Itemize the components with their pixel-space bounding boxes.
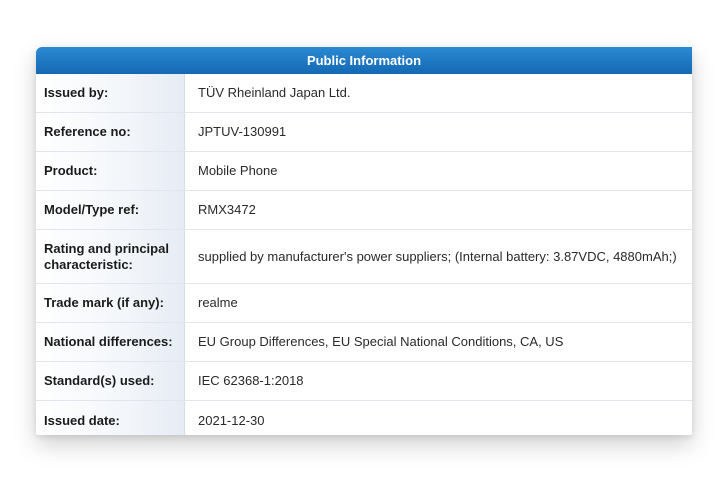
table-row-trade-mark: Trade mark (if any): realme <box>36 284 692 323</box>
table-row-reference-no: Reference no: JPTUV-130991 <box>36 113 692 152</box>
row-label: Rating and principal characteristic: <box>36 230 185 283</box>
row-value: RMX3472 <box>198 202 256 217</box>
row-label: Reference no: <box>36 113 185 151</box>
row-value: Mobile Phone <box>198 163 278 178</box>
row-label: National differences: <box>36 323 185 361</box>
row-value: EU Group Differences, EU Special Nationa… <box>198 334 564 349</box>
row-label: Standard(s) used: <box>36 362 185 400</box>
table-row-issued-by: Issued by: TÜV Rheinland Japan Ltd. <box>36 74 692 113</box>
table-row-issued-date: Issued date: 2021-12-30 <box>36 401 692 435</box>
row-label: Issued date: <box>36 401 185 435</box>
table-body: Issued by: TÜV Rheinland Japan Ltd. Refe… <box>36 74 692 435</box>
public-information-table: Public Information Issued by: TÜV Rheinl… <box>36 47 692 435</box>
screenshot-stage: Public Information Issued by: TÜV Rheinl… <box>0 0 728 482</box>
table-row-rating: Rating and principal characteristic: sup… <box>36 230 692 284</box>
table-row-model-type-ref: Model/Type ref: RMX3472 <box>36 191 692 230</box>
row-label: Model/Type ref: <box>36 191 185 229</box>
row-label: Issued by: <box>36 74 185 112</box>
row-value: TÜV Rheinland Japan Ltd. <box>198 85 351 100</box>
row-value: supplied by manufacturer's power supplie… <box>198 248 677 264</box>
row-value: IEC 62368-1:2018 <box>198 373 304 388</box>
table-title: Public Information <box>306 53 422 68</box>
table-row-national-differences: National differences: EU Group Differenc… <box>36 323 692 362</box>
row-label: Trade mark (if any): <box>36 284 185 322</box>
table-row-product: Product: Mobile Phone <box>36 152 692 191</box>
row-value: realme <box>198 295 238 310</box>
row-label: Product: <box>36 152 185 190</box>
table-header: Public Information <box>36 47 692 74</box>
row-value: JPTUV-130991 <box>198 124 287 139</box>
table-row-standards-used: Standard(s) used: IEC 62368-1:2018 <box>36 362 692 401</box>
row-value: 2021-12-30 <box>198 412 265 428</box>
